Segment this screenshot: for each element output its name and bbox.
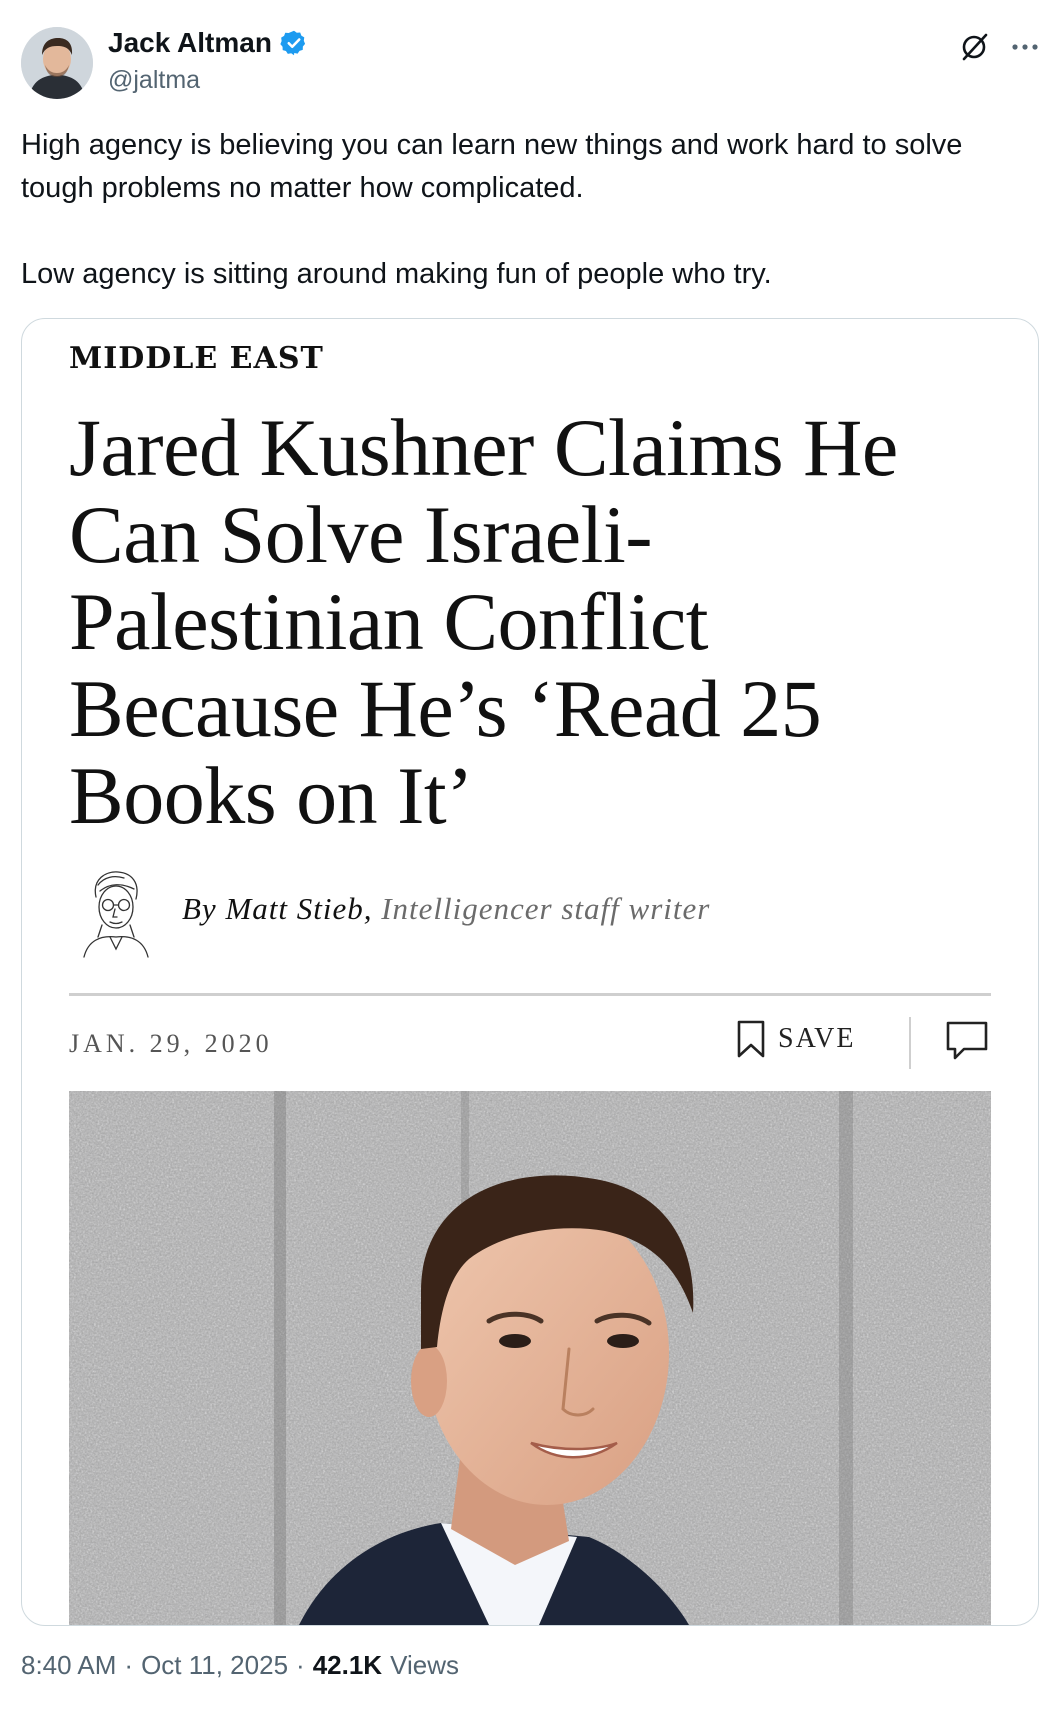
divider	[69, 993, 991, 996]
tweet-paragraph: Low agency is sitting around making fun …	[21, 258, 772, 290]
article-photo	[69, 1091, 991, 1625]
article-byline: By Matt Stieb, Intelligencer staff write…	[182, 891, 710, 927]
comment-icon[interactable]	[944, 1019, 990, 1063]
meta-separator: ·	[124, 1650, 134, 1680]
author-display-name[interactable]: Jack Altman	[108, 27, 272, 59]
avatar[interactable]	[21, 27, 93, 99]
article-section-label: MIDDLE EAST	[69, 341, 324, 376]
byline-role: Intelligencer staff writer	[381, 891, 711, 926]
author-name-row[interactable]: Jack Altman	[108, 27, 308, 59]
tweet: Jack Altman @jaltma High agency is belie…	[0, 0, 1060, 1712]
bookmark-icon	[737, 1020, 765, 1058]
views-label: Views	[390, 1650, 459, 1680]
tweet-time[interactable]: 8:40 AM	[21, 1650, 116, 1681]
tweet-text: High agency is believing you can learn n…	[21, 124, 1041, 296]
media-card[interactable]: MIDDLE EAST Jared Kushner Claims He Can …	[21, 318, 1039, 1626]
save-button[interactable]: SAVE	[736, 1019, 856, 1059]
tweet-paragraph: High agency is believing you can learn n…	[21, 129, 963, 204]
tweet-date[interactable]: Oct 11, 2025	[141, 1650, 288, 1681]
article-date: JAN. 29, 2020	[69, 1029, 273, 1058]
views-count[interactable]: 42.1K	[313, 1650, 382, 1681]
grok-icon[interactable]	[958, 30, 992, 64]
author-handle[interactable]: @jaltma	[108, 66, 200, 95]
author-sketch-image	[83, 871, 149, 958]
save-label: SAVE	[778, 1023, 856, 1054]
more-options-icon[interactable]	[1008, 30, 1042, 64]
divider	[909, 1017, 911, 1069]
tweet-meta: 8:40 AM · Oct 11, 2025 · 42.1K Views	[21, 1650, 459, 1681]
article-headline: Jared Kushner Claims He Can Solve Israel…	[69, 402, 898, 841]
byline-author: By Matt Stieb,	[182, 891, 373, 926]
verified-badge-icon	[280, 30, 306, 56]
meta-separator: ·	[296, 1650, 305, 1680]
